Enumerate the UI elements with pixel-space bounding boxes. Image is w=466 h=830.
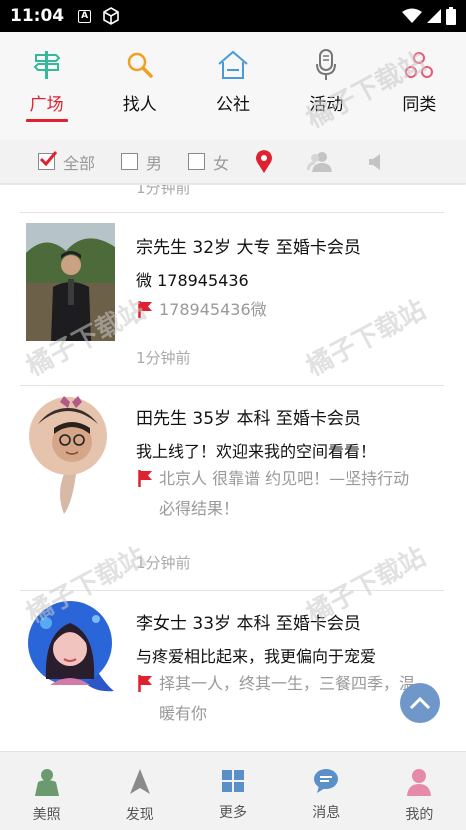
tab-activity[interactable]: 活动 — [280, 32, 373, 140]
filter-male-label: 男 — [146, 153, 163, 173]
battery-icon — [446, 7, 456, 25]
tab-label: 同类 — [402, 95, 437, 115]
nav-messages[interactable]: 消息 — [280, 752, 373, 830]
scroll-to-top-button[interactable] — [400, 683, 440, 723]
tab-commune[interactable]: 公社 — [186, 32, 279, 140]
compass-arrow-icon — [129, 769, 150, 794]
signal-icon — [427, 9, 441, 23]
post-time: 1分钟前 — [136, 554, 191, 572]
filter-all[interactable]: 全部 — [38, 150, 95, 174]
nav-discover[interactable]: 发现 — [93, 752, 186, 830]
post-card[interactable]: 李女士 33岁 本科 至婚卡会员 与疼爱相比起来，我更偏向于宠爱 择其一人，终其… — [0, 591, 466, 751]
nav-beauty-photos[interactable]: 美照 — [0, 752, 93, 830]
post-tagline: 择其一人，终其一生，三餐四季，温暖有你 — [138, 669, 415, 729]
nav-label: 美照 — [32, 807, 61, 823]
filter-male[interactable]: 男 — [121, 150, 162, 174]
post-message: 与疼爱相比起来，我更偏向于宠爱 — [136, 647, 377, 666]
post-tagline-text: 择其一人，终其一生，三餐四季，温暖有你 — [159, 674, 416, 723]
active-tab-underline — [25, 119, 68, 122]
checkbox-icon — [121, 153, 139, 170]
post-title: 田先生 35岁 本科 至婚卡会员 — [136, 409, 361, 429]
speaker-icon[interactable] — [367, 152, 385, 172]
post-tagline-text: 北京人 很靠谱 约见吧！—坚持行动必得结果！ — [159, 469, 410, 518]
post-card[interactable]: 田先生 35岁 本科 至婚卡会员 我上线了！欢迎来我的空间看看！ 北京人 很靠谱… — [0, 386, 466, 590]
tab-find-people[interactable]: 找人 — [93, 32, 186, 140]
flag-icon — [138, 301, 152, 318]
filter-female-label: 女 — [213, 153, 230, 173]
user-photo[interactable] — [26, 223, 115, 341]
tab-same-kind[interactable]: 同类 — [373, 32, 466, 140]
tab-label: 找人 — [122, 95, 157, 115]
checked-checkbox-icon — [38, 151, 58, 170]
post-tagline: 178945436微 — [138, 295, 415, 325]
user-icon — [407, 769, 432, 796]
keyboard-a-icon: A — [78, 9, 92, 23]
post-tagline-text: 178945436微 — [159, 300, 267, 319]
people-link-icon — [402, 48, 436, 82]
users-icon[interactable] — [307, 151, 333, 173]
grid-icon — [222, 770, 244, 792]
post-tagline: 北京人 很靠谱 约见吧！—坚持行动必得结果！ — [138, 464, 415, 524]
tab-label: 公社 — [216, 95, 250, 115]
post-message: 我上线了！欢迎来我的空间看看！ — [136, 442, 377, 461]
status-time: 11:04 — [10, 6, 65, 26]
nav-label: 发现 — [125, 807, 154, 823]
bottom-nav: 美照 发现 更多 消息 我的 — [0, 751, 466, 830]
post-time: 1分钟前 — [136, 185, 191, 197]
wifi-icon — [402, 8, 422, 23]
microphone-icon — [309, 48, 343, 82]
chevron-up-icon — [409, 696, 431, 710]
tab-square[interactable]: 广场 — [0, 32, 93, 140]
user-avatar[interactable] — [26, 394, 114, 514]
magnifier-icon — [123, 48, 157, 82]
filter-female[interactable]: 女 — [188, 150, 229, 174]
location-pin-icon[interactable] — [255, 149, 273, 174]
person-icon — [34, 769, 59, 796]
house-icon — [216, 48, 250, 82]
tab-label: 活动 — [309, 95, 344, 115]
nav-label: 我的 — [405, 807, 434, 823]
status-bar: 11:04 A — [0, 0, 466, 32]
post-card[interactable]: 宗先生 32岁 大专 至婚卡会员 微 178945436 178945436微 … — [0, 213, 466, 385]
top-tab-bar: 广场 找人 公社 活动 同类 — [0, 32, 466, 140]
feed-list: 1分钟前 宗先生 32岁 大专 至婚卡会员 微 178945436 178945 — [0, 185, 466, 751]
flag-icon — [138, 675, 152, 692]
nav-label: 消息 — [312, 805, 341, 821]
checkbox-icon — [188, 153, 206, 170]
filter-all-label: 全部 — [63, 153, 96, 173]
post-title: 宗先生 32岁 大专 至婚卡会员 — [136, 238, 361, 258]
nav-more[interactable]: 更多 — [186, 752, 279, 830]
flag-icon — [138, 470, 152, 487]
post-title: 李女士 33岁 本科 至婚卡会员 — [136, 614, 361, 634]
signpost-icon — [30, 48, 64, 82]
post-message: 微 178945436 — [136, 271, 249, 290]
user-avatar[interactable] — [26, 599, 114, 719]
tab-label: 广场 — [29, 95, 64, 115]
nav-label: 更多 — [219, 805, 247, 821]
cube-icon — [103, 7, 119, 25]
post-time: 1分钟前 — [136, 349, 191, 367]
chat-bubble-icon — [314, 769, 339, 793]
nav-mine[interactable]: 我的 — [373, 752, 466, 830]
filter-bar: 全部 男 女 — [0, 140, 466, 184]
